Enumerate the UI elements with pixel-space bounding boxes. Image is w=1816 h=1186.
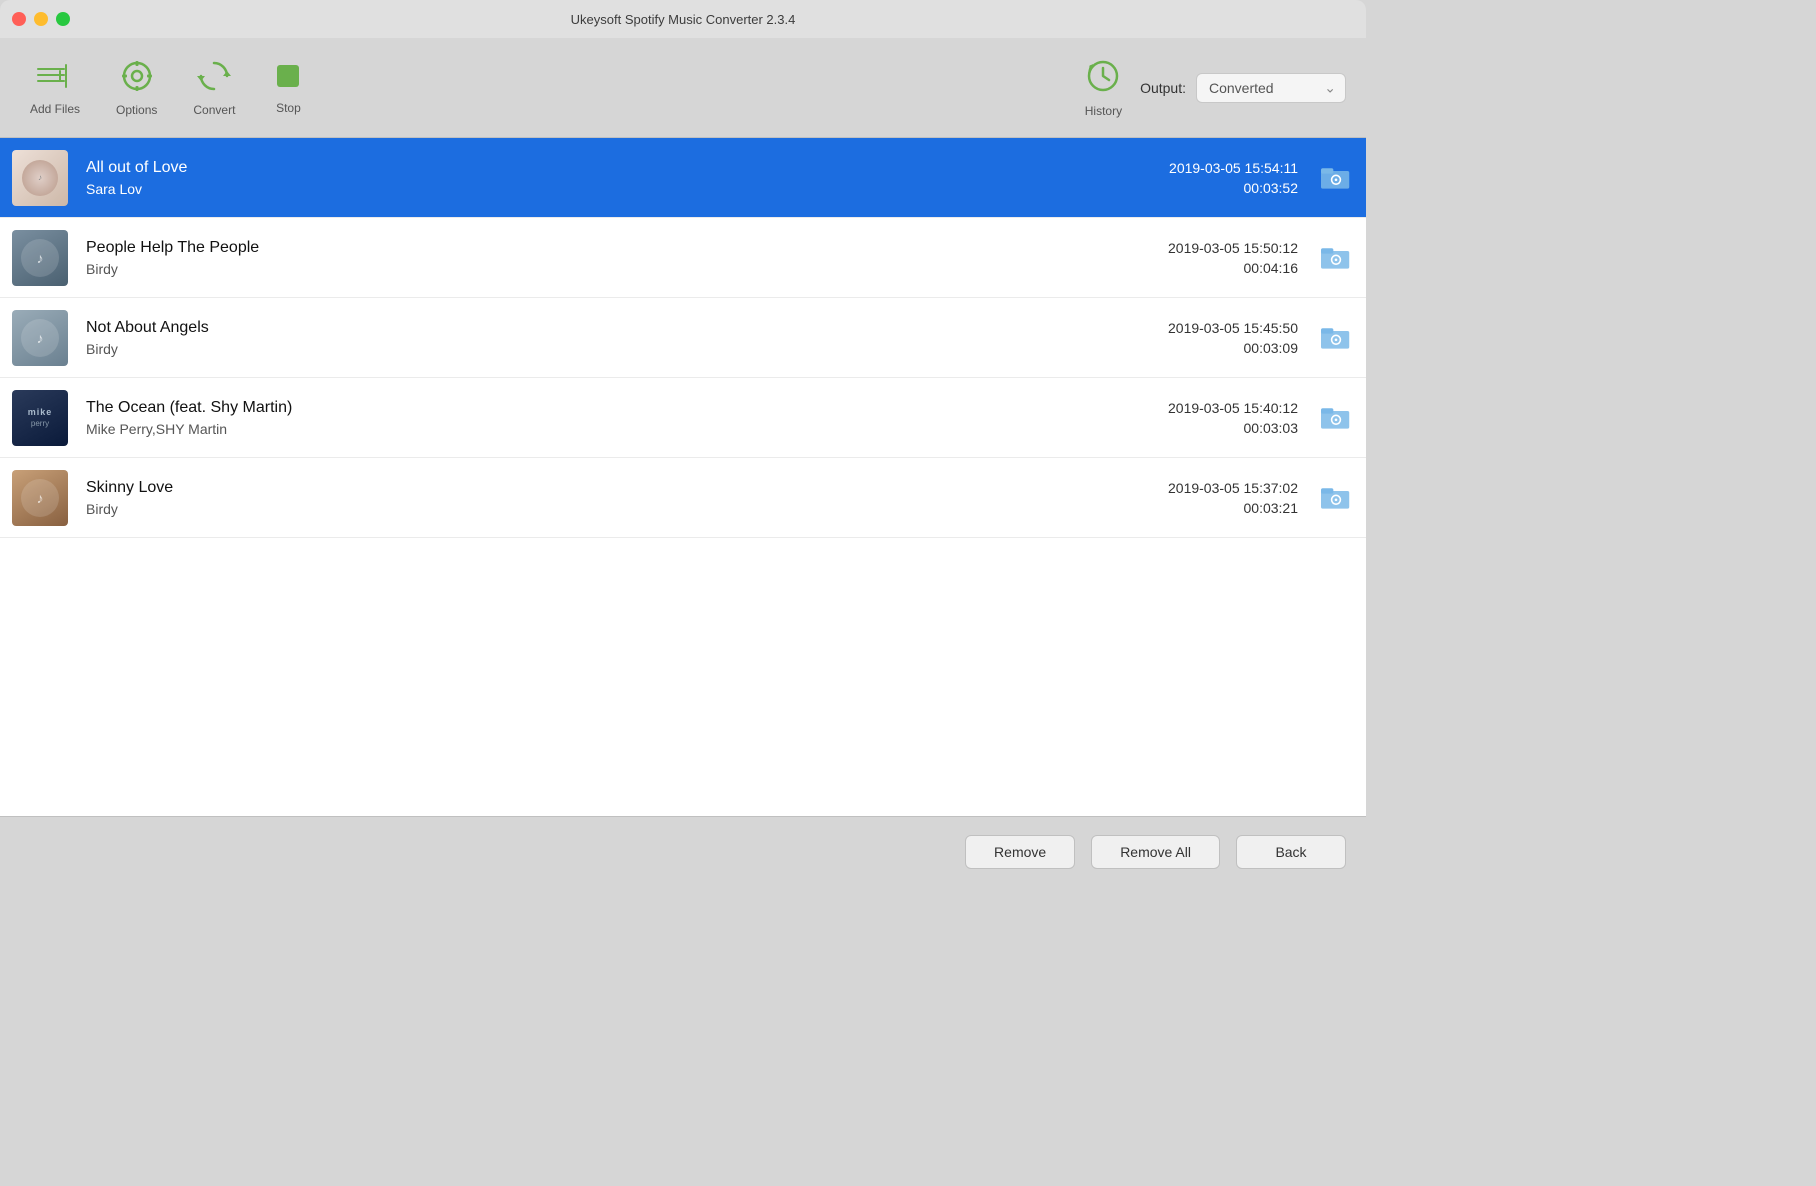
options-button[interactable]: Options xyxy=(98,51,175,125)
song-info: All out of Love Sara Lov xyxy=(86,159,1098,197)
back-button[interactable]: Back xyxy=(1236,835,1346,869)
song-meta: 2019-03-05 15:50:12 00:04:16 xyxy=(1098,240,1298,276)
song-duration: 00:03:09 xyxy=(1098,340,1298,356)
song-artist: Mike Perry,SHY Martin xyxy=(86,421,1098,437)
song-thumbnail: ♪ xyxy=(12,230,68,286)
song-artist: Sara Lov xyxy=(86,181,1098,197)
add-files-label: Add Files xyxy=(30,102,80,116)
open-folder-button[interactable] xyxy=(1318,160,1354,196)
output-select[interactable]: Converted Custom... xyxy=(1196,73,1346,103)
song-row[interactable]: ♪ All out of Love Sara Lov 2019-03-05 15… xyxy=(0,138,1366,218)
song-thumbnail: ♪ xyxy=(12,150,68,206)
song-date: 2019-03-05 15:54:11 xyxy=(1098,160,1298,176)
history-label: History xyxy=(1085,104,1122,118)
open-folder-button[interactable] xyxy=(1318,400,1354,436)
song-thumbnail: mike perry xyxy=(12,390,68,446)
open-folder-button[interactable] xyxy=(1318,320,1354,356)
remove-all-button[interactable]: Remove All xyxy=(1091,835,1220,869)
song-duration: 00:04:16 xyxy=(1098,260,1298,276)
song-info: Skinny Love Birdy xyxy=(86,479,1098,517)
song-list: ♪ All out of Love Sara Lov 2019-03-05 15… xyxy=(0,138,1366,816)
output-label: Output: xyxy=(1140,80,1186,96)
stop-button[interactable]: Stop xyxy=(253,53,323,123)
minimize-button[interactable] xyxy=(34,12,48,26)
stop-label: Stop xyxy=(276,101,301,115)
song-title: The Ocean (feat. Shy Martin) xyxy=(86,399,1098,417)
song-info: Not About Angels Birdy xyxy=(86,319,1098,357)
output-section: Output: Converted Custom... xyxy=(1140,73,1346,103)
output-dropdown-wrap[interactable]: Converted Custom... xyxy=(1196,73,1346,103)
song-meta: 2019-03-05 15:54:11 00:03:52 xyxy=(1098,160,1298,196)
options-icon xyxy=(120,59,154,99)
window-title: Ukeysoft Spotify Music Converter 2.3.4 xyxy=(571,12,796,27)
song-duration: 00:03:03 xyxy=(1098,420,1298,436)
song-row[interactable]: ♪ Skinny Love Birdy 2019-03-05 15:37:02 … xyxy=(0,458,1366,538)
song-artist: Birdy xyxy=(86,261,1098,277)
song-thumbnail: ♪ xyxy=(12,470,68,526)
maximize-button[interactable] xyxy=(56,12,70,26)
song-date: 2019-03-05 15:37:02 xyxy=(1098,480,1298,496)
close-button[interactable] xyxy=(12,12,26,26)
song-thumbnail: ♪ xyxy=(12,310,68,366)
song-meta: 2019-03-05 15:37:02 00:03:21 xyxy=(1098,480,1298,516)
history-button[interactable]: History xyxy=(1067,50,1140,126)
song-date: 2019-03-05 15:45:50 xyxy=(1098,320,1298,336)
song-row[interactable]: mike perry The Ocean (feat. Shy Martin) … xyxy=(0,378,1366,458)
open-folder-button[interactable] xyxy=(1318,480,1354,516)
options-label: Options xyxy=(116,103,157,117)
song-title: Skinny Love xyxy=(86,479,1098,497)
open-folder-button[interactable] xyxy=(1318,240,1354,276)
convert-button[interactable]: Convert xyxy=(175,51,253,125)
song-duration: 00:03:21 xyxy=(1098,500,1298,516)
song-title: People Help The People xyxy=(86,239,1098,257)
window-controls[interactable] xyxy=(12,12,70,26)
add-files-button[interactable]: Add Files xyxy=(12,52,98,124)
remove-button[interactable]: Remove xyxy=(965,835,1075,869)
song-date: 2019-03-05 15:40:12 xyxy=(1098,400,1298,416)
add-files-icon xyxy=(37,60,73,98)
song-date: 2019-03-05 15:50:12 xyxy=(1098,240,1298,256)
bottom-bar: Remove Remove All Back xyxy=(0,816,1366,886)
song-artist: Birdy xyxy=(86,501,1098,517)
title-bar: Ukeysoft Spotify Music Converter 2.3.4 xyxy=(0,0,1366,38)
history-icon xyxy=(1085,58,1121,100)
convert-icon xyxy=(197,59,231,99)
song-duration: 00:03:52 xyxy=(1098,180,1298,196)
song-meta: 2019-03-05 15:45:50 00:03:09 xyxy=(1098,320,1298,356)
toolbar: Add Files Options Convert xyxy=(0,38,1366,138)
song-artist: Birdy xyxy=(86,341,1098,357)
song-info: The Ocean (feat. Shy Martin) Mike Perry,… xyxy=(86,399,1098,437)
song-title: All out of Love xyxy=(86,159,1098,177)
song-row[interactable]: ♪ Not About Angels Birdy 2019-03-05 15:4… xyxy=(0,298,1366,378)
convert-label: Convert xyxy=(193,103,235,117)
song-row[interactable]: ♪ People Help The People Birdy 2019-03-0… xyxy=(0,218,1366,298)
stop-icon xyxy=(273,61,303,97)
song-info: People Help The People Birdy xyxy=(86,239,1098,277)
song-meta: 2019-03-05 15:40:12 00:03:03 xyxy=(1098,400,1298,436)
song-title: Not About Angels xyxy=(86,319,1098,337)
